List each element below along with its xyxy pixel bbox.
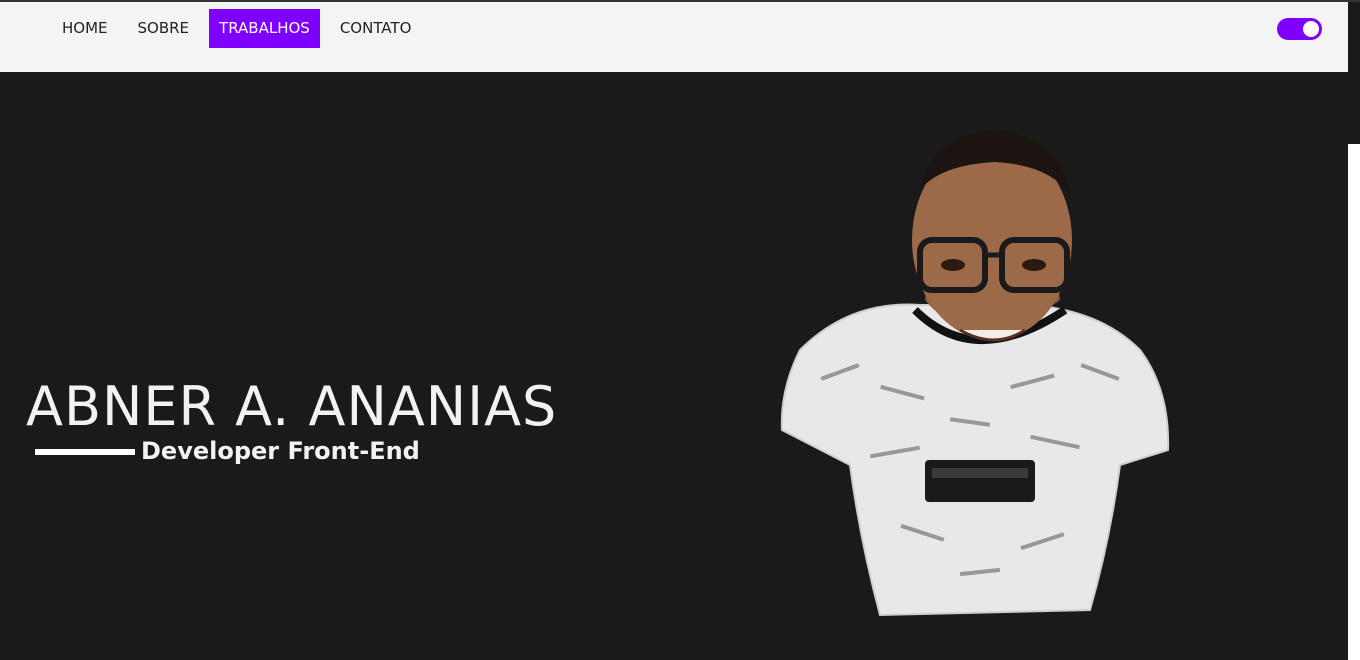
- nav-sobre-link[interactable]: SOBRE: [128, 9, 200, 48]
- profile-photo: [780, 130, 1170, 617]
- nav-contato-link[interactable]: CONTATO: [330, 9, 422, 48]
- nav-trabalhos-link[interactable]: TRABALHOS: [209, 9, 320, 48]
- scrollbar-thumb[interactable]: [1348, 144, 1360, 660]
- theme-toggle[interactable]: [1277, 18, 1322, 40]
- subtitle-accent-line: [35, 449, 135, 455]
- nav-home-link[interactable]: HOME: [52, 9, 118, 48]
- toggle-knob: [1303, 21, 1319, 37]
- hero-name: ABNER A. ANANIAS: [26, 375, 558, 438]
- main-nav: HOME SOBRE TRABALHOS CONTATO: [52, 9, 431, 48]
- navbar: HOME SOBRE TRABALHOS CONTATO: [0, 2, 1348, 72]
- scrollbar-track[interactable]: [1348, 2, 1360, 660]
- hero-subtitle: Developer Front-End: [141, 437, 420, 465]
